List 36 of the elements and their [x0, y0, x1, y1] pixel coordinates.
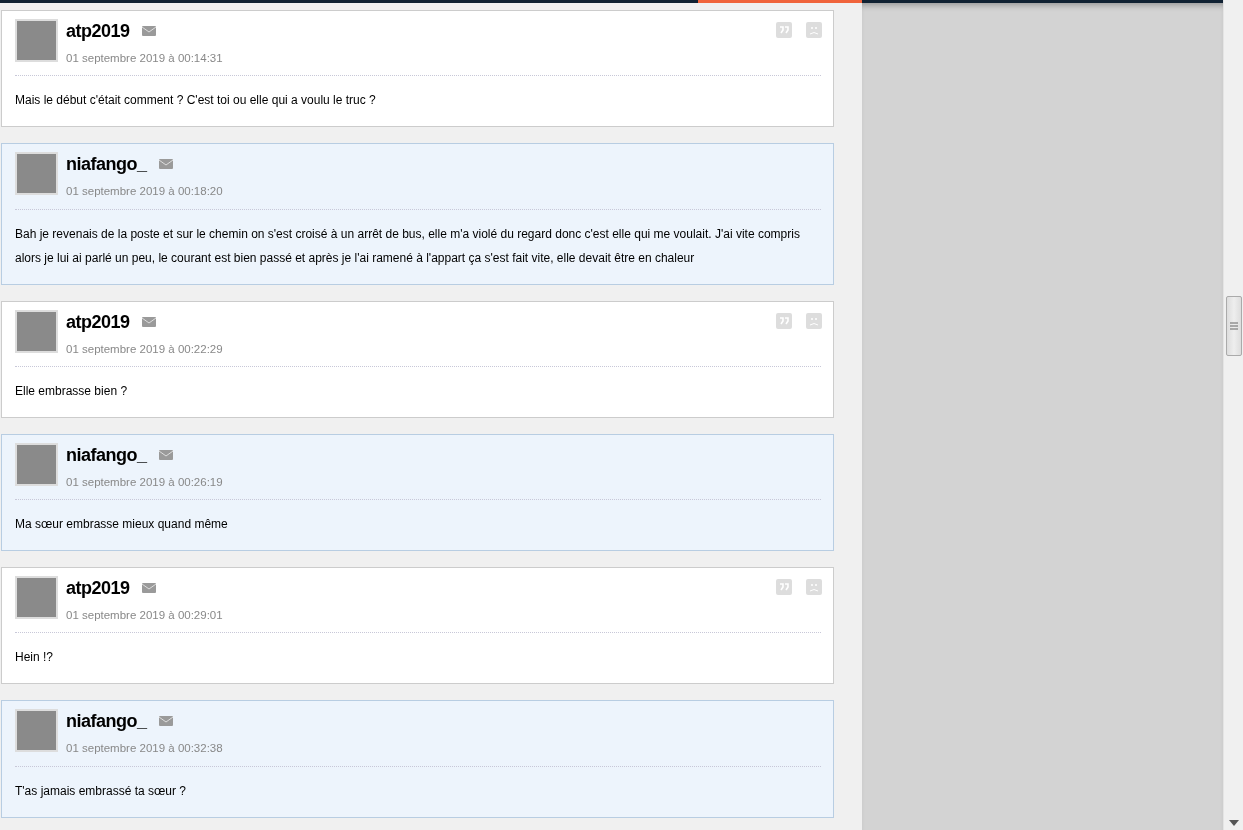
mail-icon[interactable] — [141, 583, 156, 593]
mail-icon[interactable] — [158, 716, 173, 727]
sad-face-icon[interactable] — [806, 312, 822, 329]
quote-icon[interactable] — [776, 579, 792, 595]
sad-face-icon[interactable] — [806, 579, 822, 595]
sad-face-icon[interactable] — [806, 22, 822, 38]
post-text: Mais le début c'était comment ? C'est toi ou elle qui a voulu le truc ? — [15, 92, 377, 110]
quote-icon[interactable] — [776, 312, 792, 329]
username[interactable]: niafango_ — [66, 711, 147, 732]
post-text: Bah je revenais de la poste et sur le chemin on s'est croisé à un arrêt de bus, elle m'a violé du regard donc c'est elle qui me voulait. J'ai vite compris alors je lui ai parlé un peu, le courant est bien passé et après je l'ai ramené à l'appart ça s'est fait vite, elle devait être en chaleur — [15, 225, 801, 267]
username[interactable]: niafango_ — [66, 444, 147, 465]
post-text: Hein !? — [15, 649, 55, 667]
mail-icon[interactable] — [158, 449, 173, 460]
username[interactable]: atp2019 — [66, 578, 130, 598]
username[interactable]: atp2019 — [66, 21, 130, 41]
quote-icon[interactable] — [776, 22, 792, 38]
post-date[interactable]: 01 septembre 2019 à 00:14:31 — [66, 50, 223, 68]
avatar-photo-placeholder — [15, 152, 58, 196]
avatar-photo-placeholder — [15, 709, 58, 753]
post-date[interactable]: 01 septembre 2019 à 00:22:29 — [66, 340, 223, 358]
scroll-down-icon[interactable] — [1229, 820, 1239, 826]
post-date[interactable]: 01 septembre 2019 à 00:29:01 — [66, 607, 223, 625]
avatar-photo-placeholder — [15, 442, 58, 486]
post-text: Ma sœur embrasse mieux quand même — [15, 516, 229, 533]
post-text: Elle embrasse bien ? — [15, 382, 129, 400]
mail-icon[interactable] — [141, 26, 156, 36]
scrollbar-thumb[interactable] — [1226, 296, 1242, 356]
username[interactable]: niafango_ — [66, 154, 147, 175]
mail-icon[interactable] — [158, 159, 173, 170]
scrollbar[interactable] — [1223, 0, 1243, 830]
mail-icon[interactable] — [141, 316, 156, 327]
avatar-photo-placeholder — [15, 19, 58, 62]
avatar-photo-placeholder — [15, 309, 58, 353]
username[interactable]: atp2019 — [66, 311, 130, 332]
post-text: T'as jamais embrassé ta sœur ? — [15, 782, 187, 800]
avatar-photo-placeholder — [15, 576, 58, 619]
